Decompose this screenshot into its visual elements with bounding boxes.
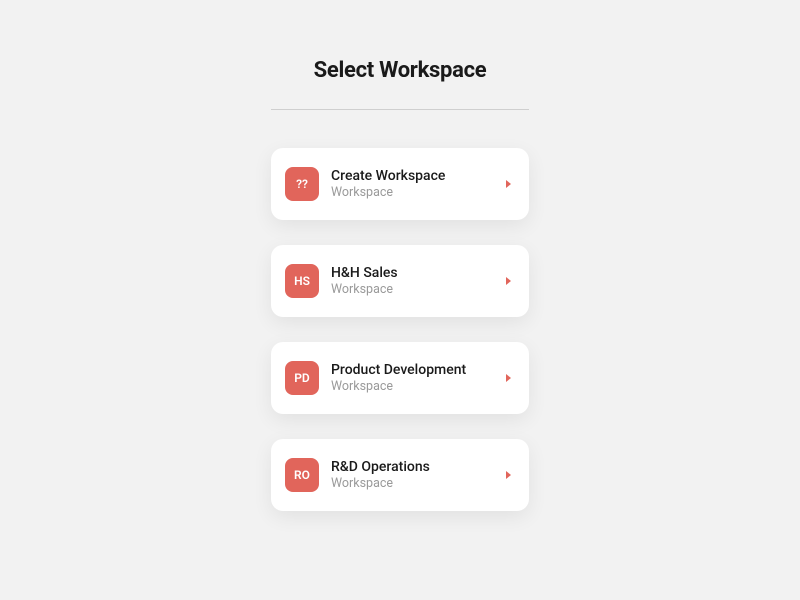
workspace-card-product-development[interactable]: PD Product Development Workspace <box>271 342 529 414</box>
workspace-card-hh-sales[interactable]: HS H&H Sales Workspace <box>271 245 529 317</box>
workspace-text: R&D Operations Workspace <box>331 459 505 491</box>
workspace-subtitle: Workspace <box>331 476 505 491</box>
workspace-avatar: PD <box>285 361 319 395</box>
chevron-right-icon <box>505 276 513 286</box>
workspace-name: R&D Operations <box>331 459 481 475</box>
page-title: Select Workspace <box>314 58 487 83</box>
workspace-subtitle: Workspace <box>331 379 505 394</box>
chevron-right-icon <box>505 470 513 480</box>
workspace-subtitle: Workspace <box>331 185 505 200</box>
workspace-name: Create Workspace <box>331 168 481 184</box>
workspace-avatar: ?? <box>285 167 319 201</box>
workspace-text: Create Workspace Workspace <box>331 168 505 200</box>
workspace-text: Product Development Workspace <box>331 362 505 394</box>
workspace-avatar: HS <box>285 264 319 298</box>
workspace-card-create[interactable]: ?? Create Workspace Workspace <box>271 148 529 220</box>
workspace-list: ?? Create Workspace Workspace HS H&H Sal… <box>271 148 529 511</box>
workspace-name: Product Development <box>331 362 481 378</box>
chevron-right-icon <box>505 373 513 383</box>
divider <box>271 109 529 110</box>
workspace-text: H&H Sales Workspace <box>331 265 505 297</box>
workspace-avatar: RO <box>285 458 319 492</box>
workspace-name: H&H Sales <box>331 265 481 281</box>
chevron-right-icon <box>505 179 513 189</box>
workspace-card-rd-operations[interactable]: RO R&D Operations Workspace <box>271 439 529 511</box>
workspace-subtitle: Workspace <box>331 282 505 297</box>
